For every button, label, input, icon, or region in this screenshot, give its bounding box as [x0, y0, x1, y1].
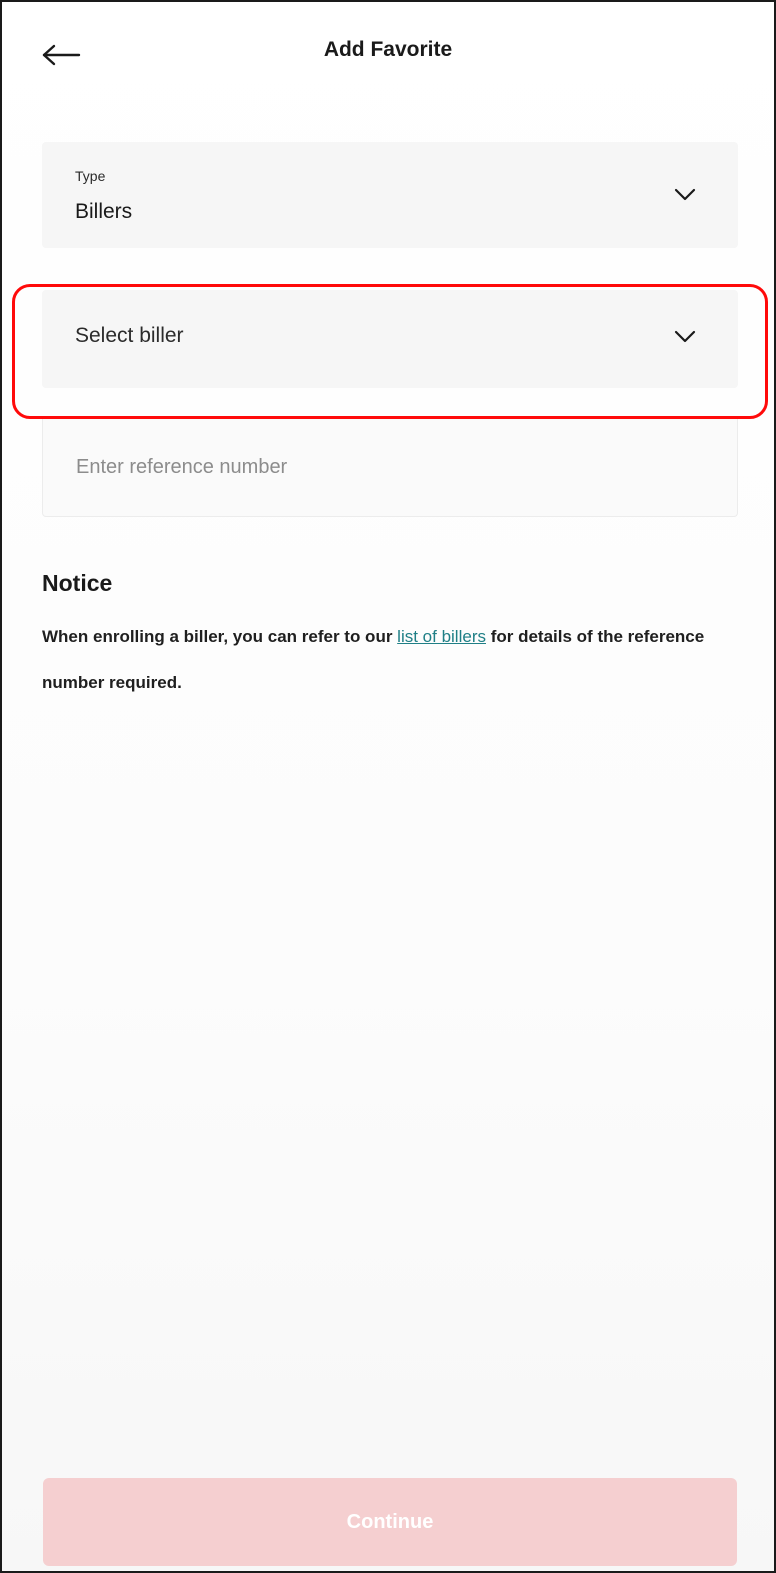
reference-number-input[interactable] [43, 419, 737, 516]
app-screen: Add Favorite Type Billers Select biller … [0, 0, 776, 1573]
select-biller-dropdown[interactable]: Select biller [42, 290, 738, 388]
page-title: Add Favorite [323, 38, 453, 61]
type-value: Billers [75, 200, 133, 223]
type-label: Type [75, 168, 106, 184]
chevron-down-icon [674, 330, 696, 343]
notice-text-before: When enrolling a biller, you can refer t… [42, 627, 398, 646]
type-dropdown[interactable]: Type Billers [42, 142, 738, 248]
list-of-billers-link[interactable]: list of billers [397, 627, 486, 646]
notice-text: When enrolling a biller, you can refer t… [42, 614, 742, 706]
select-biller-value: Select biller [75, 324, 184, 347]
reference-number-field [42, 419, 738, 517]
notice-title: Notice [42, 570, 113, 596]
chevron-down-icon [674, 188, 696, 201]
continue-button[interactable]: Continue [43, 1478, 737, 1566]
header: Add Favorite [2, 2, 774, 102]
